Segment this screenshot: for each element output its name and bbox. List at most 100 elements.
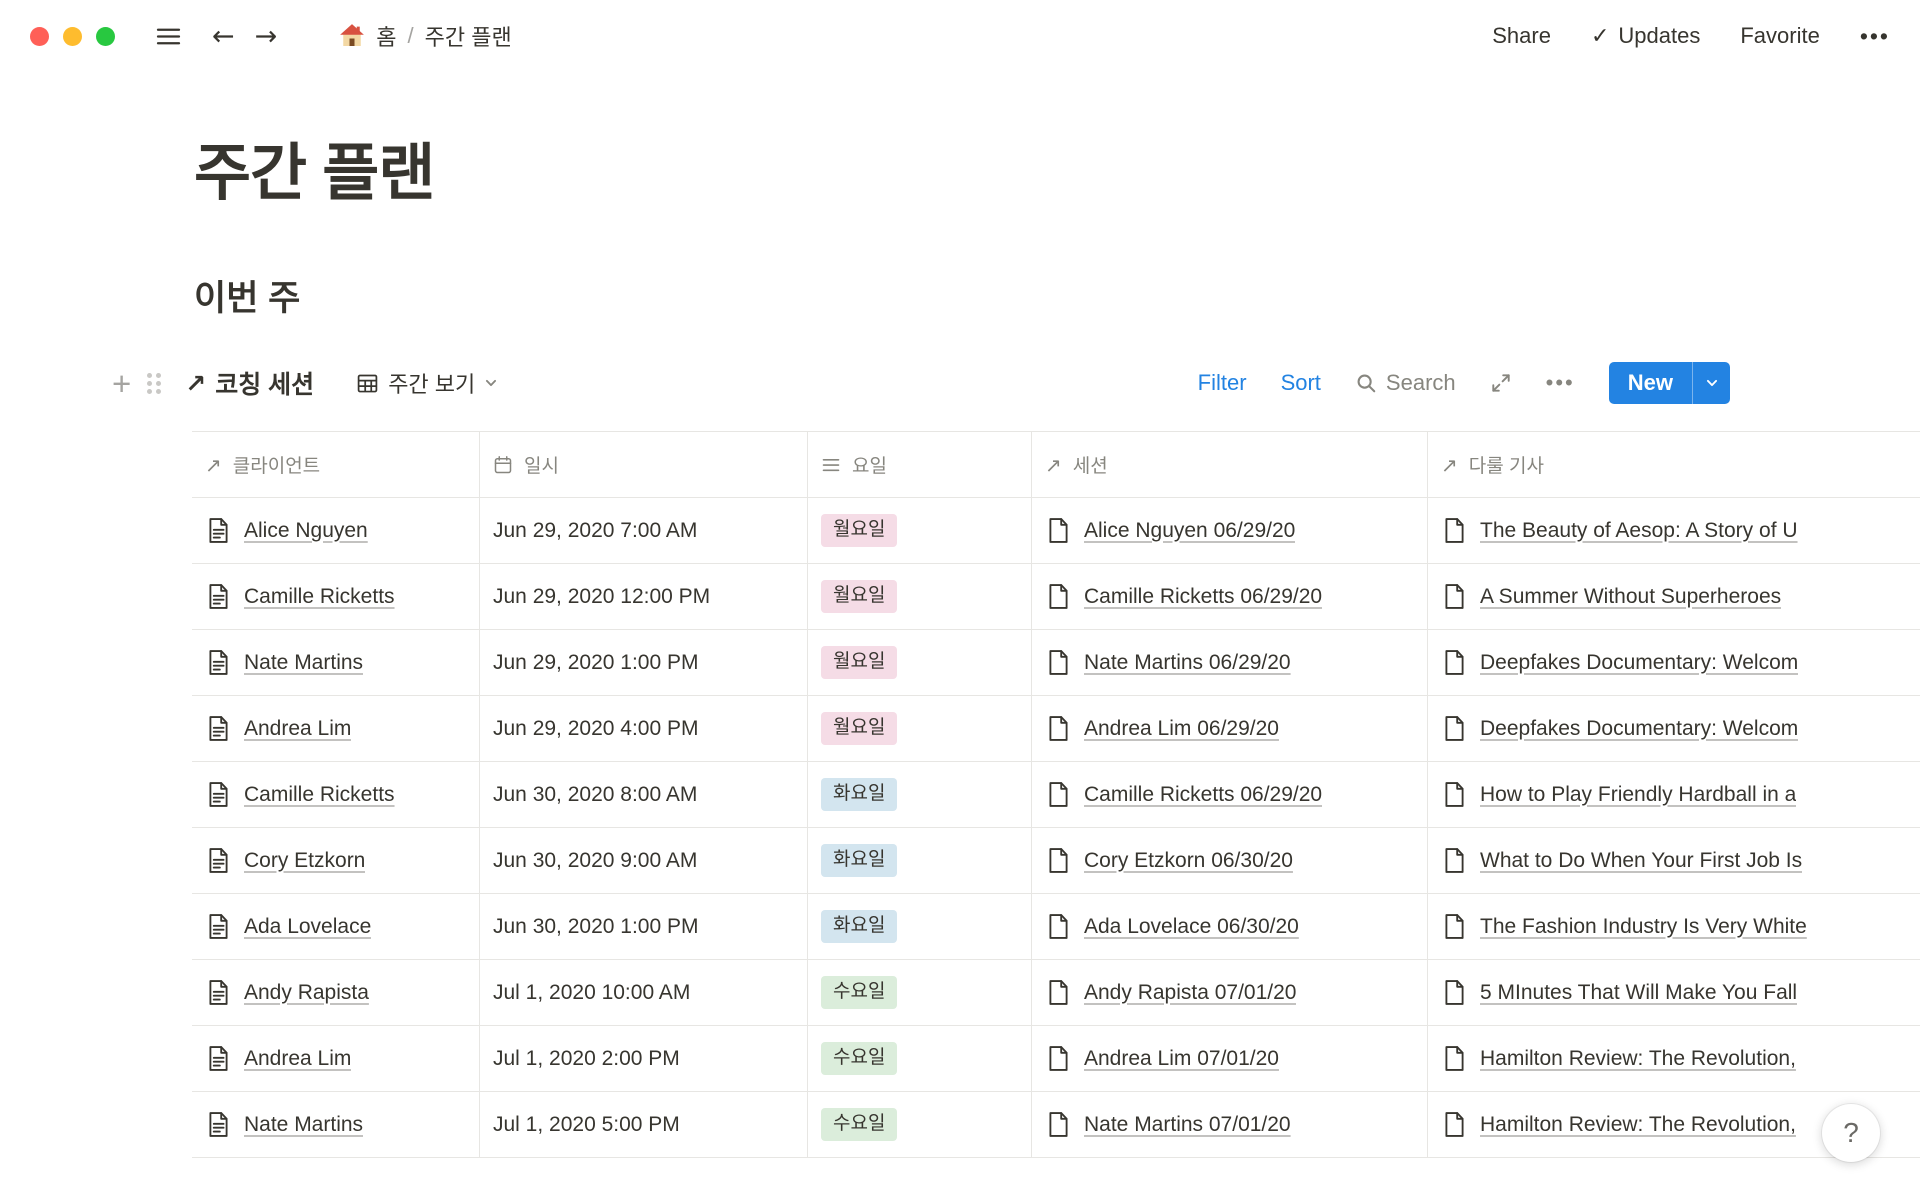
client-cell[interactable]: Andy Rapista [192,960,480,1025]
article-cell[interactable]: A Summer Without Superheroes [1428,564,1920,629]
day-cell[interactable]: 화요일 [808,894,1032,959]
date-cell[interactable]: Jun 29, 2020 7:00 AM [480,498,808,563]
session-link[interactable]: Alice Nguyen 06/29/20 [1084,519,1295,543]
client-link[interactable]: Alice Nguyen [244,519,368,543]
column-header-article[interactable]: ↗ 다룰 기사 [1428,432,1920,497]
day-cell[interactable]: 화요일 [808,762,1032,827]
session-cell[interactable]: Andrea Lim 06/29/20 [1032,696,1428,761]
client-link[interactable]: Ada Lovelace [244,915,371,939]
date-cell[interactable]: Jun 29, 2020 1:00 PM [480,630,808,695]
session-link[interactable]: Andrea Lim 06/29/20 [1084,717,1279,741]
drag-handle-icon[interactable] [147,373,161,394]
article-link[interactable]: 5 MInutes That Will Make You Fall [1480,981,1797,1005]
article-link[interactable]: Hamilton Review: The Revolution, [1480,1113,1796,1137]
client-cell[interactable]: Cory Etzkorn [192,828,480,893]
session-cell[interactable]: Alice Nguyen 06/29/20 [1032,498,1428,563]
date-cell[interactable]: Jul 1, 2020 5:00 PM [480,1092,808,1157]
client-cell[interactable]: Nate Martins [192,630,480,695]
client-link[interactable]: Cory Etzkorn [244,849,365,873]
sidebar-toggle-icon[interactable] [155,23,182,50]
article-cell[interactable]: Hamilton Review: The Revolution, [1428,1026,1920,1091]
date-cell[interactable]: Jun 30, 2020 8:00 AM [480,762,808,827]
day-cell[interactable]: 수요일 [808,1092,1032,1157]
client-link[interactable]: Andrea Lim [244,1047,351,1071]
article-link[interactable]: The Fashion Industry Is Very White [1480,915,1807,939]
collection-title[interactable]: ↗ 코칭 세션 [185,365,314,401]
date-cell[interactable]: Jun 30, 2020 1:00 PM [480,894,808,959]
new-button[interactable]: New [1609,362,1730,404]
date-cell[interactable]: Jul 1, 2020 10:00 AM [480,960,808,1025]
expand-icon[interactable] [1490,372,1512,394]
session-cell[interactable]: Andrea Lim 07/01/20 [1032,1026,1428,1091]
session-cell[interactable]: Ada Lovelace 06/30/20 [1032,894,1428,959]
share-button[interactable]: Share [1492,23,1551,49]
session-link[interactable]: Nate Martins 07/01/20 [1084,1113,1291,1137]
favorite-button[interactable]: Favorite [1740,23,1819,49]
session-cell[interactable]: Camille Ricketts 06/29/20 [1032,762,1428,827]
session-cell[interactable]: Andy Rapista 07/01/20 [1032,960,1428,1025]
day-cell[interactable]: 수요일 [808,1026,1032,1091]
article-cell[interactable]: Deepfakes Documentary: Welcom [1428,696,1920,761]
article-link[interactable]: A Summer Without Superheroes [1480,585,1781,609]
article-link[interactable]: How to Play Friendly Hardball in a [1480,783,1796,807]
day-cell[interactable]: 월요일 [808,630,1032,695]
session-cell[interactable]: Nate Martins 07/01/20 [1032,1092,1428,1157]
article-link[interactable]: Deepfakes Documentary: Welcom [1480,717,1798,741]
filter-button[interactable]: Filter [1198,370,1247,396]
zoom-window-button[interactable] [96,27,115,46]
session-link[interactable]: Cory Etzkorn 06/30/20 [1084,849,1293,873]
client-link[interactable]: Camille Ricketts [244,783,395,807]
close-window-button[interactable] [30,27,49,46]
article-link[interactable]: The Beauty of Aesop: A Story of U [1480,519,1798,543]
session-link[interactable]: Andy Rapista 07/01/20 [1084,981,1296,1005]
view-switcher[interactable]: 주간 보기 [356,367,498,399]
help-button[interactable]: ? [1822,1104,1880,1162]
client-cell[interactable]: Camille Ricketts [192,762,480,827]
session-link[interactable]: Andrea Lim 07/01/20 [1084,1047,1279,1071]
article-link[interactable]: Deepfakes Documentary: Welcom [1480,651,1798,675]
session-link[interactable]: Nate Martins 06/29/20 [1084,651,1291,675]
article-cell[interactable]: What to Do When Your First Job Is [1428,828,1920,893]
session-cell[interactable]: Nate Martins 06/29/20 [1032,630,1428,695]
day-cell[interactable]: 화요일 [808,828,1032,893]
sort-button[interactable]: Sort [1281,370,1321,396]
minimize-window-button[interactable] [63,27,82,46]
date-cell[interactable]: Jul 1, 2020 2:00 PM [480,1026,808,1091]
client-link[interactable]: Camille Ricketts [244,585,395,609]
column-header-session[interactable]: ↗ 세션 [1032,432,1428,497]
session-link[interactable]: Camille Ricketts 06/29/20 [1084,783,1322,807]
column-header-client[interactable]: ↗ 클라이언트 [192,432,480,497]
client-link[interactable]: Andy Rapista [244,981,369,1005]
date-cell[interactable]: Jun 29, 2020 4:00 PM [480,696,808,761]
date-cell[interactable]: Jun 29, 2020 12:00 PM [480,564,808,629]
article-cell[interactable]: Deepfakes Documentary: Welcom [1428,630,1920,695]
client-link[interactable]: Andrea Lim [244,717,351,741]
session-link[interactable]: Ada Lovelace 06/30/20 [1084,915,1299,939]
session-cell[interactable]: Camille Ricketts 06/29/20 [1032,564,1428,629]
client-link[interactable]: Nate Martins [244,1113,363,1137]
column-header-date[interactable]: 일시 [480,432,808,497]
column-header-day[interactable]: 요일 [808,432,1032,497]
client-cell[interactable]: Nate Martins [192,1092,480,1157]
session-link[interactable]: Camille Ricketts 06/29/20 [1084,585,1322,609]
forward-button[interactable]: → [255,21,278,52]
article-link[interactable]: Hamilton Review: The Revolution, [1480,1047,1796,1071]
back-button[interactable]: ← [212,21,235,52]
article-link[interactable]: What to Do When Your First Job Is [1480,849,1802,873]
article-cell[interactable]: The Fashion Industry Is Very White [1428,894,1920,959]
article-cell[interactable]: 5 MInutes That Will Make You Fall [1428,960,1920,1025]
more-options-icon[interactable]: ••• [1860,23,1890,50]
add-block-icon[interactable]: + [112,367,131,400]
breadcrumb-home[interactable]: 홈 [376,20,396,52]
client-cell[interactable]: Camille Ricketts [192,564,480,629]
date-cell[interactable]: Jun 30, 2020 9:00 AM [480,828,808,893]
article-cell[interactable]: The Beauty of Aesop: A Story of U [1428,498,1920,563]
client-cell[interactable]: Andrea Lim [192,696,480,761]
session-cell[interactable]: Cory Etzkorn 06/30/20 [1032,828,1428,893]
search-button[interactable]: Search [1355,370,1456,396]
article-cell[interactable]: How to Play Friendly Hardball in a [1428,762,1920,827]
day-cell[interactable]: 수요일 [808,960,1032,1025]
view-options-icon[interactable]: ••• [1546,370,1575,396]
updates-button[interactable]: ✓ Updates [1591,23,1700,49]
client-cell[interactable]: Ada Lovelace [192,894,480,959]
